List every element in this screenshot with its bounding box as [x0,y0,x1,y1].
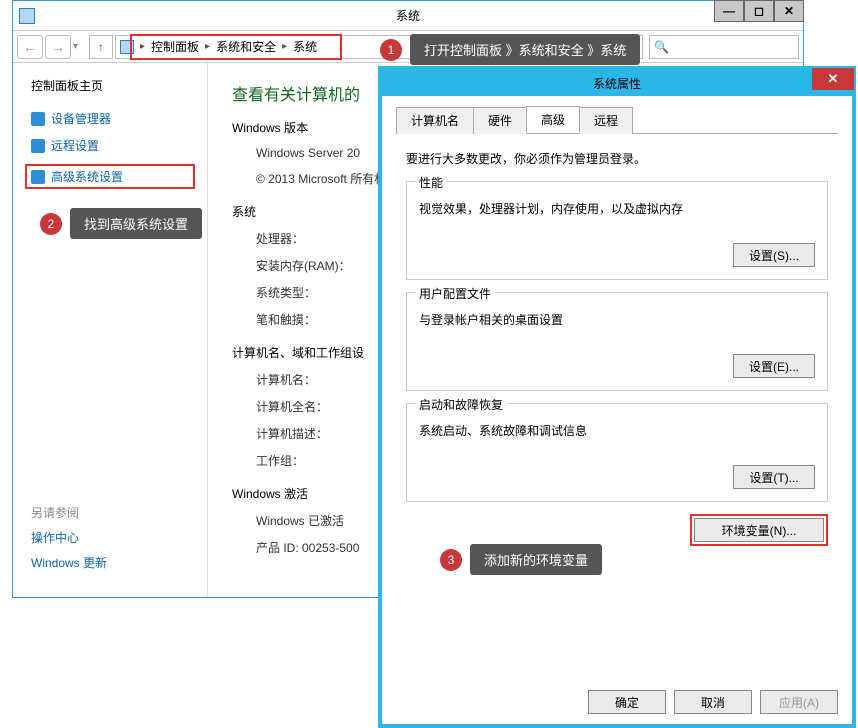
dialog-body: 计算机名 硬件 高级 远程 要进行大多数更改，你必须作为管理员登录。 性能 视觉… [382,96,852,572]
group-desc: 系统启动、系统故障和调试信息 [419,422,815,439]
group-title: 用户配置文件 [415,285,495,302]
annotation-number: 1 [380,39,402,61]
sidebar-device-manager[interactable]: 设备管理器 [31,110,189,127]
up-button[interactable]: ↑ [89,35,113,59]
dialog-titlebar: 系统属性 ✕ [382,70,852,96]
sidebar-advanced-settings[interactable]: 高级系统设置 [25,164,195,189]
sidebar-label: 远程设置 [51,137,99,154]
startup-settings-button[interactable]: 设置(T)... [733,465,815,489]
search-icon: 🔍 [654,40,669,54]
breadcrumb-icon [120,40,134,54]
group-performance: 性能 视觉效果，处理器计划，内存使用，以及虚拟内存 设置(S)... [406,181,828,280]
sidebar-remote-settings[interactable]: 远程设置 [31,137,189,154]
dialog-footer: 确定 取消 应用(A) [588,690,838,714]
tab-computer-name[interactable]: 计算机名 [396,107,474,134]
window-title: 系统 [396,7,420,24]
tab-advanced[interactable]: 高级 [526,106,580,133]
tab-content-advanced: 要进行大多数更改，你必须作为管理员登录。 性能 视觉效果，处理器计划，内存使用，… [396,134,838,562]
perf-settings-button[interactable]: 设置(S)... [733,243,815,267]
annotation-1: 1 打开控制面板 》系统和安全 》系统 [380,34,640,65]
admin-note: 要进行大多数更改，你必须作为管理员登录。 [406,150,828,167]
see-also-action-center[interactable]: 操作中心 [31,529,107,546]
titlebar: 系统 — ◻ ✕ [13,1,803,31]
group-startup-recovery: 启动和故障恢复 系统启动、系统故障和调试信息 设置(T)... [406,403,828,502]
group-desc: 与登录帐户相关的桌面设置 [419,311,815,328]
crumb-system[interactable]: 系统 [289,38,321,55]
forward-button[interactable]: → [45,35,71,59]
sidebar: 控制面板主页 设备管理器 远程设置 高级系统设置 另请参阅 操作中心 Windo… [13,63,208,597]
annotation-highlight-3: 环境变量(N)... [690,514,828,546]
sidebar-label: 高级系统设置 [51,168,123,185]
crumb-control-panel[interactable]: 控制面板 [147,38,203,55]
shield-icon [31,170,45,184]
env-var-row: 环境变量(N)... [406,514,828,546]
environment-variables-button[interactable]: 环境变量(N)... [694,518,824,542]
apply-button[interactable]: 应用(A) [760,690,838,714]
dialog-title: 系统属性 [593,75,641,92]
window-controls: — ◻ ✕ [714,0,804,22]
dialog-close-button[interactable]: ✕ [812,68,854,90]
annotation-number: 3 [440,549,462,571]
system-properties-dialog: 系统属性 ✕ 计算机名 硬件 高级 远程 要进行大多数更改，你必须作为管理员登录… [378,66,856,728]
sidebar-see-also: 另请参阅 操作中心 Windows 更新 [31,504,107,579]
tab-remote[interactable]: 远程 [579,107,633,134]
annotation-3: 3 添加新的环境变量 [440,544,602,575]
crumb-system-security[interactable]: 系统和安全 [212,38,280,55]
annotation-text: 打开控制面板 》系统和安全 》系统 [410,34,640,65]
annotation-2: 2 找到高级系统设置 [40,208,202,239]
chevron-icon: ▸ [280,41,289,52]
app-icon [19,8,35,24]
see-also-windows-update[interactable]: Windows 更新 [31,554,107,571]
chevron-icon: ▸ [203,41,212,52]
group-title: 启动和故障恢复 [415,396,507,413]
tab-strip: 计算机名 硬件 高级 远程 [396,106,838,134]
chevron-icon: ▸ [138,41,147,52]
ok-button[interactable]: 确定 [588,690,666,714]
maximize-button[interactable]: ◻ [744,0,774,22]
minimize-button[interactable]: — [714,0,744,22]
cancel-button[interactable]: 取消 [674,690,752,714]
search-input[interactable]: 🔍 [649,35,799,59]
see-also-heading: 另请参阅 [31,504,107,521]
profile-settings-button[interactable]: 设置(E)... [733,354,815,378]
shield-icon [31,112,45,126]
close-button[interactable]: ✕ [774,0,804,22]
annotation-text: 找到高级系统设置 [70,208,202,239]
sidebar-home[interactable]: 控制面板主页 [31,77,189,94]
sidebar-label: 设备管理器 [51,110,111,127]
history-chevron-icon[interactable]: ▾ [73,41,87,52]
group-desc: 视觉效果，处理器计划，内存使用，以及虚拟内存 [419,200,815,217]
shield-icon [31,139,45,153]
annotation-number: 2 [40,213,62,235]
back-button[interactable]: ← [17,35,43,59]
group-user-profile: 用户配置文件 与登录帐户相关的桌面设置 设置(E)... [406,292,828,391]
tab-hardware[interactable]: 硬件 [473,107,527,134]
group-title: 性能 [415,174,447,191]
annotation-text: 添加新的环境变量 [470,544,602,575]
